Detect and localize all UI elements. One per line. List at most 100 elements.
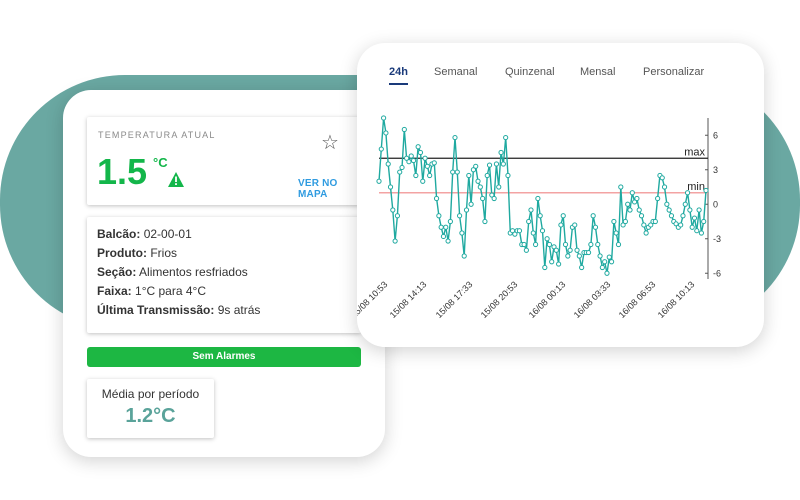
data-point (422, 155, 428, 161)
data-point (641, 222, 647, 228)
data-point (459, 230, 465, 236)
data-point (463, 207, 470, 213)
data-point (387, 184, 394, 190)
data-point (560, 213, 566, 219)
data-point (615, 241, 622, 248)
faixa-row: Faixa: 1°C para 4°C (97, 284, 206, 298)
x-tick-label: 16/08 10:13 (656, 279, 697, 320)
data-point (427, 172, 433, 179)
last-transmission-row: Última Transmissão: 9s atrás (97, 303, 261, 317)
data-point (461, 253, 467, 259)
x-tick-label: 16/08 06:53 (617, 279, 658, 320)
x-tick-label: 15/08 10:53 (357, 279, 389, 320)
data-point (638, 213, 645, 219)
data-point (440, 233, 447, 240)
x-tick-label: 15/08 20:53 (479, 279, 520, 320)
data-point (408, 153, 414, 159)
x-tick-label: 16/08 00:13 (527, 279, 568, 320)
data-point (528, 207, 534, 213)
data-point (532, 241, 539, 248)
data-point (399, 164, 405, 171)
data-point (521, 241, 527, 248)
reference-label-min: min (687, 181, 705, 193)
average-label: Média por período (101, 387, 200, 401)
data-point (480, 195, 486, 202)
data-point (627, 207, 633, 213)
temperature-series-line (378, 117, 707, 274)
data-point (447, 218, 453, 225)
view-on-map-link[interactable]: VER NO MAPA (298, 178, 361, 200)
data-point (698, 230, 704, 236)
period-average-panel: Média por período 1.2°C (87, 379, 214, 438)
details-panel: Balcão: 02-00-01 Produto: Frios Seção: A… (87, 217, 361, 333)
y-tick-label: -6 (713, 268, 721, 278)
data-point (436, 213, 442, 219)
data-point (694, 228, 700, 234)
data-point (652, 218, 658, 225)
temperature-value: 1.5 (97, 151, 148, 192)
data-point (424, 163, 430, 169)
data-point (438, 224, 444, 230)
data-point (576, 253, 582, 259)
data-point (431, 160, 437, 166)
data-point (413, 172, 419, 179)
data-point (378, 146, 384, 152)
data-point (466, 172, 472, 179)
data-point (606, 254, 612, 260)
temperature-label: TEMPERATURA ATUAL (98, 130, 216, 140)
data-point (604, 270, 610, 276)
data-point (687, 207, 693, 213)
data-point (689, 224, 695, 230)
reference-label-max: max (684, 146, 705, 158)
data-point (696, 207, 702, 213)
data-point (473, 163, 479, 169)
produto-row: Produto: Frios (97, 246, 178, 260)
data-point (381, 115, 387, 121)
data-point (691, 215, 698, 221)
data-point (397, 169, 403, 175)
data-point (597, 253, 603, 259)
balcao-row: Balcão: 02-00-01 (97, 227, 192, 241)
data-point (505, 172, 511, 179)
alarm-status-bar: Sem Alarmes (87, 347, 361, 367)
data-point (537, 213, 543, 219)
data-point (392, 238, 398, 244)
secao-row: Seção: Alimentos resfriados (97, 265, 248, 279)
data-point (452, 134, 458, 141)
data-point (549, 259, 555, 265)
data-point (526, 218, 532, 225)
data-point (655, 195, 661, 202)
data-point (659, 175, 665, 181)
data-point (680, 213, 686, 219)
data-point (579, 264, 585, 271)
data-point (539, 228, 546, 234)
temperature-unit: °C (153, 155, 168, 170)
data-point (546, 241, 553, 248)
data-point (443, 224, 449, 230)
data-point (516, 228, 523, 234)
data-point (668, 213, 675, 219)
data-point (602, 259, 608, 265)
y-tick-label: 0 (713, 199, 718, 209)
data-point (595, 241, 601, 248)
data-point (482, 218, 488, 225)
data-point (572, 222, 578, 228)
data-point (498, 149, 504, 156)
average-value: 1.2°C (125, 405, 176, 427)
data-point (454, 169, 460, 175)
warning-icon (168, 172, 184, 187)
data-point (477, 184, 483, 190)
chart-card: 24h Semanal Quinzenal Mensal Personaliza… (357, 43, 764, 347)
favorite-star-icon[interactable]: ☆ (321, 133, 339, 153)
data-point (401, 126, 407, 133)
data-point (445, 238, 451, 244)
data-point (394, 213, 401, 219)
data-point (678, 222, 684, 228)
data-point (553, 247, 559, 253)
data-point (523, 247, 529, 253)
data-point (496, 184, 502, 190)
data-point (682, 201, 688, 207)
data-point (599, 264, 605, 271)
data-point (450, 169, 456, 175)
data-point (376, 178, 382, 184)
